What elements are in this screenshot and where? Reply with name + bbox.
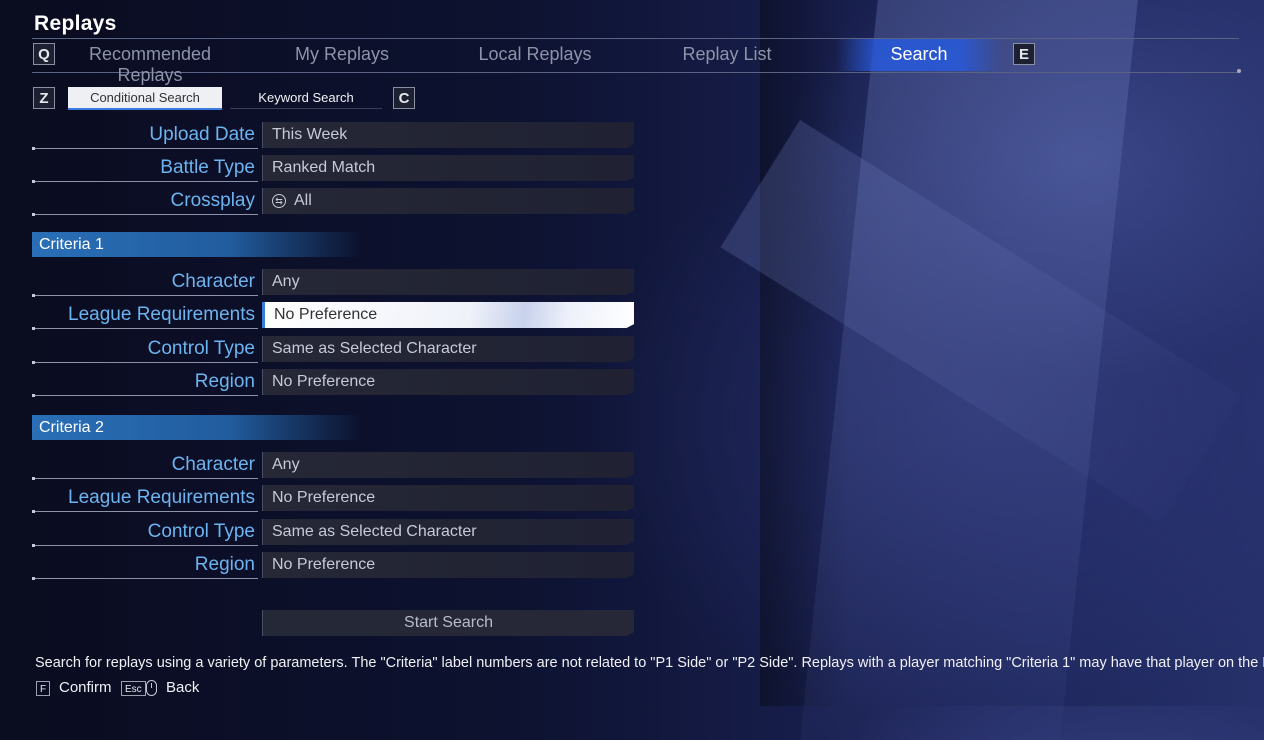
criteria-2-character-label: Character — [171, 454, 255, 475]
crossplay-label: Crossplay — [170, 190, 255, 211]
confirm-hint[interactable]: Confirm — [59, 679, 112, 696]
background-band — [800, 0, 1140, 740]
battle-type-field[interactable]: Ranked Match — [262, 155, 634, 181]
criteria-1-region-field[interactable]: No Preference — [262, 369, 634, 395]
tab-my-replays[interactable]: My Replays — [262, 44, 422, 65]
criteria-2-control-label: Control Type — [147, 521, 255, 542]
criteria-2-region-field[interactable]: No Preference — [262, 552, 634, 578]
criteria-2-character-field[interactable]: Any — [262, 452, 634, 478]
row-divider — [32, 180, 258, 183]
row-divider — [32, 147, 258, 150]
tab-replay-list[interactable]: Replay List — [647, 44, 807, 65]
esc-key-icon: Esc — [121, 681, 146, 696]
background-diagonal — [720, 120, 1241, 523]
criteria-1-control-field[interactable]: Same as Selected Character — [262, 336, 634, 362]
subtab-prev-key[interactable]: Z — [33, 87, 55, 109]
tab-local-replays[interactable]: Local Replays — [455, 44, 615, 65]
page-title: Replays — [34, 12, 117, 35]
row-divider — [32, 510, 258, 513]
back-hint[interactable]: Back — [166, 679, 199, 696]
battle-type-label: Battle Type — [160, 157, 255, 178]
tab-search[interactable]: Search — [839, 44, 999, 65]
row-divider — [32, 213, 258, 216]
mouse-icon — [146, 680, 157, 696]
tab-recommended-replays[interactable]: Recommended Replays — [70, 44, 230, 86]
crossplay-field[interactable]: ⇆ All — [262, 188, 634, 214]
row-divider — [32, 394, 258, 397]
criteria-1-region-label: Region — [194, 371, 255, 392]
criteria-2-league-field[interactable]: No Preference — [262, 485, 634, 511]
upload-date-label: Upload Date — [149, 124, 255, 145]
criteria-2-header: Criteria 2 — [32, 415, 362, 440]
criteria-1-character-field[interactable]: Any — [262, 269, 634, 295]
criteria-2-region-label: Region — [194, 554, 255, 575]
criteria-1-header: Criteria 1 — [32, 232, 362, 257]
criteria-2-league-label: League Requirements — [68, 487, 255, 508]
row-divider — [32, 577, 258, 580]
subtab-next-key[interactable]: C — [393, 87, 415, 109]
subtab-keyword-search[interactable]: Keyword Search — [230, 87, 382, 109]
confirm-key-icon: F — [36, 681, 51, 696]
row-divider — [32, 477, 258, 480]
row-divider — [32, 544, 258, 547]
tab-prev-key[interactable]: Q — [33, 43, 55, 65]
subtab-conditional-search[interactable]: Conditional Search — [68, 87, 222, 110]
criteria-1-league-field[interactable]: No Preference — [262, 302, 634, 328]
criteria-1-league-label: League Requirements — [68, 304, 255, 325]
background-shadow — [760, 0, 850, 706]
crossplay-value: All — [294, 192, 312, 209]
criteria-1-character-label: Character — [171, 271, 255, 292]
start-search-button[interactable]: Start Search — [262, 610, 634, 636]
criteria-2-control-field[interactable]: Same as Selected Character — [262, 519, 634, 545]
row-divider — [32, 327, 258, 330]
upload-date-field[interactable]: This Week — [262, 122, 634, 148]
crossplay-icon: ⇆ — [272, 194, 286, 208]
row-divider — [32, 361, 258, 364]
tab-next-key[interactable]: E — [1013, 43, 1035, 65]
criteria-1-control-label: Control Type — [147, 338, 255, 359]
row-divider — [32, 294, 258, 297]
footer-description: Search for replays using a variety of pa… — [35, 655, 1264, 671]
